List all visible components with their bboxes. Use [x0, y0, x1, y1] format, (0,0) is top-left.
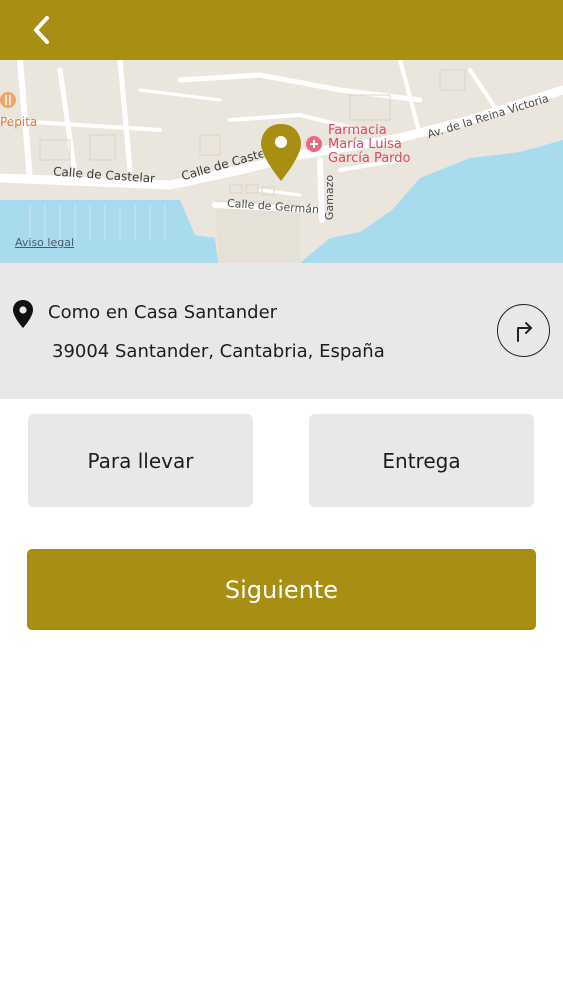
pharmacy-line-1: Farmacia: [328, 123, 387, 138]
map-label-pharmacy: Farmacia María Luisa García Pardo: [328, 124, 411, 166]
map-canvas: [0, 60, 563, 263]
pharmacy-line-3: García Pardo: [328, 151, 411, 166]
location-pin-icon: [13, 300, 33, 328]
place-name: Como en Casa Santander: [48, 302, 278, 323]
location-info-panel: Como en Casa Santander 39004 Santander, …: [0, 263, 563, 399]
pharmacy-line-2: María Luisa: [328, 137, 402, 152]
takeaway-button[interactable]: Para llevar: [28, 414, 253, 507]
map-label-pepita: Pepita: [0, 115, 38, 129]
legal-notice-link[interactable]: Aviso legal: [15, 236, 74, 249]
chevron-left-icon: [34, 16, 49, 44]
directions-arrow-icon: [516, 321, 532, 342]
directions-button[interactable]: [497, 304, 550, 357]
back-button[interactable]: [22, 12, 62, 48]
next-button[interactable]: Siguiente: [27, 549, 536, 630]
map-label-gamazo: Gamazo: [323, 174, 337, 221]
place-address: 39004 Santander, Cantabria, España: [52, 341, 385, 362]
delivery-button[interactable]: Entrega: [309, 414, 534, 507]
map-view[interactable]: Pepita Farmacia María Luisa García Pardo…: [0, 60, 563, 263]
top-bar: [0, 0, 563, 60]
